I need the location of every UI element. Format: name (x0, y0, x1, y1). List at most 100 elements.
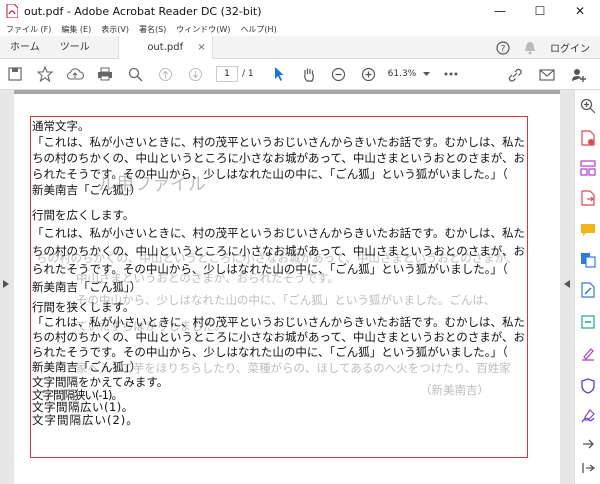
add-person-icon (572, 68, 586, 82)
zoom-select[interactable]: 61.3% (388, 69, 430, 79)
zoom-tool-icon[interactable] (580, 98, 596, 114)
window-title: out.pdf - Adobe Acrobat Reader DC (32-bi… (24, 4, 262, 18)
text-line: 「これは、私が小さいときに、村の茂平というおじいさんからきいたお話です。むかしは… (32, 135, 525, 149)
expand-left-panel-icon[interactable] (3, 280, 9, 288)
text-line: られたそうです。その中山から、少しはなれた山の中に、「ごん狐」という狐がいました… (32, 345, 508, 359)
chevron-down-icon (422, 71, 430, 76)
menu-bar: ファイル (F) 編集 (E) 表示(V) 署名(S) ウィンドウ(W) ヘルプ… (0, 22, 600, 36)
minimize-button[interactable]: — (480, 0, 520, 22)
text-line: 「これは、私が小さいときに、村の茂平というおじいさんからきいたお話です。むかしは… (32, 226, 525, 240)
text-line: ちの村のちかくの、中山というところに小さなお城があって、中山さまというおとのさま… (32, 151, 525, 165)
email-button[interactable] (532, 59, 562, 90)
combine-files-icon[interactable] (580, 252, 596, 268)
paragraph-wide-spacing: 行間を広くします。 「これは、私が小さいときに、村の茂平というおじいさんからきい… (32, 206, 526, 296)
maximize-button[interactable]: ☐ (520, 0, 560, 22)
menu-help[interactable]: ヘルプ(H) (240, 24, 276, 35)
tab-document[interactable]: out.pdf × (117, 35, 213, 59)
save-icon (8, 67, 22, 81)
paragraph-normal: 通常文字。 「これは、私が小さいときに、村の茂平というおじいさんからきいたお話で… (32, 118, 526, 198)
text-line: 文字間隔をかえてみます。 (32, 375, 169, 389)
text-line: 新美南吉「ごん狐」） (32, 360, 142, 374)
svg-text:?: ? (501, 44, 506, 54)
document-tab-label: out.pdf (147, 41, 184, 53)
menu-edit[interactable]: 編集 (E) (61, 24, 91, 35)
paragraph-heading: 通常文字。 (32, 119, 90, 133)
zoom-in-icon (362, 67, 376, 81)
search-button[interactable] (120, 59, 150, 90)
cursor-arrow-icon (274, 67, 284, 81)
acrobat-app-icon (6, 4, 18, 18)
organize-pages-icon[interactable] (580, 160, 596, 176)
save-button[interactable] (0, 59, 30, 90)
document-viewport[interactable]: ル用ファイル ちの村のちかくの、中山というところに小さなお城があって、中山さまと… (14, 90, 560, 484)
menu-file[interactable]: ファイル (F) (6, 24, 51, 35)
fill-sign-icon[interactable] (580, 346, 596, 362)
protect-shield-icon[interactable] (580, 378, 596, 394)
menu-window[interactable]: ウィンドウ(W) (176, 24, 230, 35)
zoom-out-icon (332, 67, 346, 81)
star-icon (37, 66, 53, 82)
more-tools-icon[interactable] (580, 436, 596, 452)
collapse-right-panel-icon[interactable] (564, 280, 570, 288)
text-line: 文字間隔広い(1)。 (32, 400, 134, 414)
menu-view[interactable]: 表示(V) (101, 24, 129, 35)
menu-sign[interactable]: 署名(S) (139, 24, 166, 35)
close-tab-icon[interactable]: × (197, 42, 205, 53)
text-line: 新美南吉「ごん狐」） (32, 183, 142, 197)
print-button[interactable] (90, 59, 120, 90)
tab-home[interactable]: ホーム (0, 36, 50, 59)
pdf-page: ル用ファイル ちの村のちかくの、中山というところに小さなお城があって、中山さまと… (14, 94, 560, 484)
arrow-down-circle-icon (188, 67, 202, 81)
bookmark-star-button[interactable] (30, 59, 60, 90)
right-tools-panel (574, 90, 600, 484)
help-icon[interactable]: ? (496, 40, 510, 55)
scan-ocr-icon[interactable] (580, 314, 596, 330)
zoom-in-button[interactable] (354, 59, 384, 90)
edit-pdf-icon[interactable] (580, 282, 596, 298)
text-line: 「これは、私が小さいときに、村の茂平というおじいさんからきいたお話です。むかしは… (32, 315, 525, 329)
more-dots-icon (444, 72, 458, 76)
comment-icon[interactable] (580, 222, 596, 238)
next-page-button[interactable] (180, 59, 210, 90)
text-line: ちの村のちかくの、中山というところに小さなお城があって、中山さまというおとのさま… (32, 330, 525, 344)
title-bar: out.pdf - Adobe Acrobat Reader DC (32-bi… (0, 0, 600, 22)
close-window-button[interactable]: ✕ (560, 0, 600, 22)
page-number-input[interactable]: 1 (216, 66, 238, 82)
share-link-button[interactable] (500, 59, 530, 90)
select-tool-button[interactable] (264, 59, 294, 90)
zoom-value: 61.3% (387, 69, 417, 79)
tab-tools[interactable]: ツール (50, 36, 100, 59)
add-user-button[interactable] (564, 59, 594, 90)
hand-tool-button[interactable] (294, 59, 324, 90)
text-line: られたそうです。その中山から、少しはなれた山の中に、「ごん狐」という狐がいました… (32, 262, 508, 276)
previous-page-button[interactable] (150, 59, 180, 90)
text-line: られたそうです。その中山から、少しはなれた山の中に、「ごん狐」という狐がいました… (32, 167, 508, 181)
hand-icon (303, 68, 314, 82)
create-pdf-icon[interactable] (580, 130, 596, 146)
arrow-up-circle-icon (158, 67, 172, 81)
main-toolbar: 1 / 1 61.3% (0, 59, 600, 90)
page-total: / 1 (242, 69, 254, 79)
text-line: 新美南吉「ごん狐」） (32, 280, 142, 294)
collapse-tools-icon[interactable] (580, 460, 596, 476)
login-button[interactable]: ログイン (550, 40, 590, 55)
text-line: 文字間隔広い(2)。 (32, 412, 139, 427)
mail-icon (539, 68, 555, 81)
paragraph-heading: 行間を広くします。 (32, 208, 135, 222)
print-icon (98, 67, 112, 81)
left-collapsed-panel (0, 90, 14, 484)
text-line: ちの村のちかくの、中山というところに小さなお城があって、中山さまというおとのさま… (32, 244, 525, 258)
paragraph-narrow-spacing: 行間を狭くします。 「これは、私が小さいときに、村の茂平というおじいさんからきい… (32, 300, 526, 375)
paragraph-character-spacing: 文字間隔をかえてみます。 文字間隔狭い(-1)。 文字間隔広い(1)。 文字間隔… (32, 376, 526, 426)
request-signature-icon[interactable] (580, 408, 596, 424)
link-icon (508, 68, 522, 82)
search-icon (128, 67, 143, 82)
tab-bar: ホーム ツール out.pdf × ? ログイン (0, 35, 600, 59)
notification-bell-icon[interactable] (524, 41, 536, 55)
export-pdf-icon[interactable] (580, 190, 596, 206)
paragraph-heading: 行間を狭くします。 (32, 300, 135, 314)
upload-cloud-button[interactable] (60, 59, 90, 90)
more-tools-button[interactable] (436, 59, 466, 90)
zoom-out-button[interactable] (324, 59, 354, 90)
right-collapse-strip (560, 90, 574, 484)
